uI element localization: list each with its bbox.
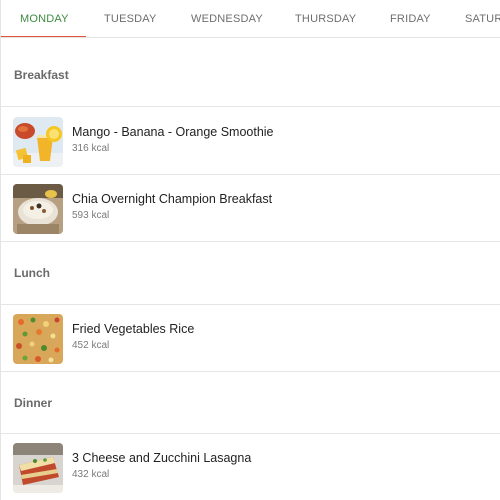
- section-header-dinner: Dinner: [14, 396, 53, 410]
- smoothie-photo-icon: [13, 117, 63, 167]
- fried-rice-photo-icon: [13, 314, 63, 364]
- tab-tuesday[interactable]: TUESDAY: [104, 0, 157, 37]
- section-header-lunch: Lunch: [14, 266, 50, 280]
- divider: [1, 371, 500, 372]
- meal-kcal: 316 kcal: [72, 143, 110, 154]
- meal-name: 3 Cheese and Zucchini Lasagna: [72, 451, 252, 465]
- day-tab-bar: MONDAY TUESDAY WEDNESDAY THURSDAY FRIDAY…: [1, 0, 500, 38]
- meal-kcal: 452 kcal: [72, 340, 110, 351]
- meal-item-chia-breakfast[interactable]: Chia Overnight Champion Breakfast 593 kc…: [1, 175, 500, 241]
- tab-saturday[interactable]: SATUR: [465, 0, 500, 37]
- tab-friday[interactable]: FRIDAY: [390, 0, 431, 37]
- active-tab-indicator: [1, 36, 86, 37]
- tab-thursday[interactable]: THURSDAY: [295, 0, 356, 37]
- meal-name: Mango - Banana - Orange Smoothie: [72, 125, 274, 139]
- meal-kcal: 432 kcal: [72, 469, 110, 480]
- tab-monday[interactable]: MONDAY: [20, 0, 69, 37]
- meal-item-smoothie[interactable]: Mango - Banana - Orange Smoothie 316 kca…: [1, 108, 500, 174]
- chia-bowl-photo-icon: [13, 184, 63, 234]
- meal-plan-screen: MONDAY TUESDAY WEDNESDAY THURSDAY FRIDAY…: [0, 0, 500, 500]
- meal-name: Chia Overnight Champion Breakfast: [72, 192, 273, 206]
- divider: [1, 106, 500, 107]
- lasagna-photo-icon: [13, 443, 63, 493]
- divider: [1, 241, 500, 242]
- meal-name: Fried Vegetables Rice: [72, 322, 195, 336]
- meal-item-fried-rice[interactable]: Fried Vegetables Rice 452 kcal: [1, 305, 500, 371]
- tab-wednesday[interactable]: WEDNESDAY: [191, 0, 263, 37]
- meal-kcal: 593 kcal: [72, 210, 110, 221]
- section-header-breakfast: Breakfast: [14, 68, 69, 82]
- meal-item-lasagna[interactable]: 3 Cheese and Zucchini Lasagna 432 kcal: [1, 434, 500, 500]
